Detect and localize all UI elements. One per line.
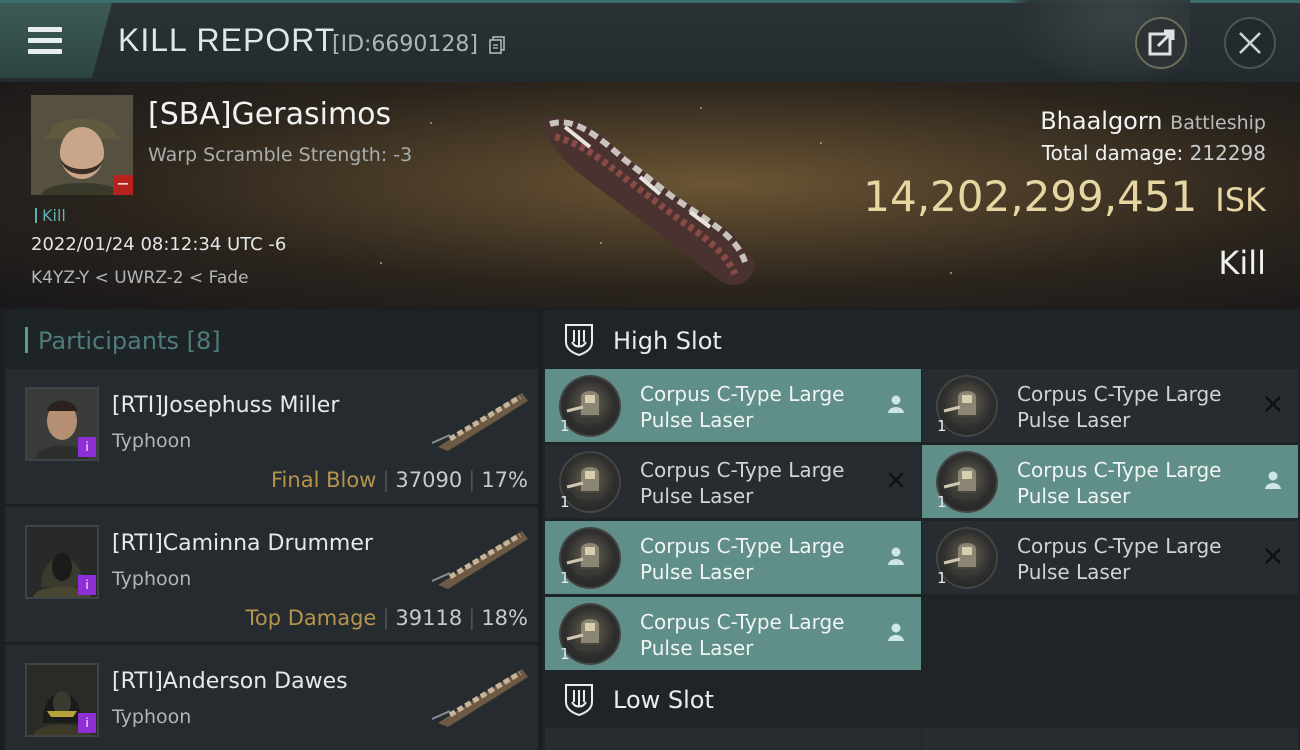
high-slot-module[interactable]: 1 Corpus C-Type Large Pulse Laser: [922, 521, 1298, 594]
participant-row[interactable]: i [RTI]Caminna Drummer Typhoon Top Damag…: [5, 507, 538, 644]
close-button[interactable]: [1224, 17, 1276, 69]
module-quantity: 1: [560, 645, 570, 663]
share-button[interactable]: [1135, 17, 1187, 69]
warp-scramble-strength: Warp Scramble Strength: -3: [148, 144, 413, 166]
dropped-icon: [888, 395, 904, 413]
participant-stats: Final Blow | 37090 | 17%: [271, 468, 528, 492]
participant-ship: Typhoon: [112, 706, 192, 728]
corp-badge: i: [78, 575, 96, 595]
module-quantity: 1: [560, 569, 570, 587]
participant-stats: Top Damage | 39118 | 18%: [245, 606, 528, 630]
total-damage: Total damage: 212298: [1041, 141, 1266, 165]
destroyed-icon: [1265, 548, 1281, 564]
module-quantity: 1: [937, 569, 947, 587]
low-slot-module[interactable]: [922, 728, 1298, 750]
low-slot-module[interactable]: [545, 728, 921, 750]
low-slot-header: Low Slot: [613, 686, 714, 714]
module-name: Corpus C-Type Large Pulse Laser: [640, 382, 845, 432]
module-quantity: 1: [560, 493, 570, 511]
destroyed-icon: [1265, 396, 1281, 412]
high-slot-module[interactable]: 1 Corpus C-Type Large Pulse Laser: [922, 445, 1298, 518]
high-slot-module[interactable]: 1 Corpus C-Type Large Pulse Laser: [545, 521, 921, 594]
module-name: Corpus C-Type Large Pulse Laser: [1017, 458, 1222, 508]
dropped-icon: [888, 547, 904, 565]
high-slot-header: High Slot: [613, 327, 722, 355]
high-slot-icon: [565, 324, 593, 356]
participant-ship: Typhoon: [112, 568, 192, 590]
page-title: KILL REPORT: [118, 22, 336, 58]
corp-badge: i: [78, 437, 96, 457]
share-icon: [1148, 29, 1175, 56]
kill-datetime: 2022/01/24 08:12:34 UTC -6: [31, 234, 287, 255]
participant-row[interactable]: i [RTI]Josephuss Miller Typhoon Final Bl…: [5, 369, 538, 506]
copy-icon[interactable]: [489, 36, 505, 54]
high-slot-module[interactable]: 1 Corpus C-Type Large Pulse Laser: [545, 445, 921, 518]
hostile-badge: −: [113, 175, 133, 195]
corp-badge: i: [78, 713, 96, 733]
participant-ship-image: [431, 669, 528, 727]
module-name: Corpus C-Type Large Pulse Laser: [640, 534, 845, 584]
victim-ship[interactable]: Bhaalgorn Battleship: [1040, 107, 1266, 135]
module-quantity: 1: [937, 493, 947, 511]
close-icon: [1239, 32, 1261, 54]
participant-ship: Typhoon: [112, 430, 192, 452]
victim-portrait[interactable]: −: [31, 95, 133, 195]
participant-name: [RTI]Caminna Drummer: [112, 531, 373, 556]
participant-name: [RTI]Anderson Dawes: [112, 669, 348, 694]
destroyed-icon: [888, 472, 904, 488]
dropped-icon: [1265, 471, 1281, 489]
module-quantity: 1: [560, 417, 570, 435]
participant-ship-image: [431, 531, 528, 589]
kill-location: K4YZ-Y < UWRZ-2 < Fade: [31, 268, 249, 288]
report-id: [ID:6690128]: [332, 32, 478, 57]
high-slot-module[interactable]: 1 Corpus C-Type Large Pulse Laser: [545, 369, 921, 442]
module-name: Corpus C-Type Large Pulse Laser: [640, 458, 845, 508]
participant-name: [RTI]Josephuss Miller: [112, 393, 340, 418]
dropped-icon: [888, 623, 904, 641]
module-quantity: 1: [937, 417, 947, 435]
victim-ship-image: [542, 116, 755, 285]
participant-row[interactable]: i [RTI]Anderson Dawes Typhoon: [5, 645, 538, 750]
kill-result: Kill: [1218, 244, 1266, 282]
module-name: Corpus C-Type Large Pulse Laser: [1017, 534, 1222, 584]
module-name: Corpus C-Type Large Pulse Laser: [640, 610, 845, 660]
participants-header: Participants [8]: [25, 327, 221, 355]
victim-name[interactable]: [SBA]Gerasimos: [148, 97, 391, 132]
participant-ship-image: [431, 393, 528, 451]
high-slot-module[interactable]: 1 Corpus C-Type Large Pulse Laser: [922, 369, 1298, 442]
high-slot-module[interactable]: 1 Corpus C-Type Large Pulse Laser: [545, 597, 921, 670]
kill-tag: Kill: [35, 206, 66, 225]
isk-value: 14,202,299,451 ISK: [863, 172, 1266, 221]
module-name: Corpus C-Type Large Pulse Laser: [1017, 382, 1222, 432]
ship-name: Bhaalgorn: [1040, 107, 1163, 135]
ship-class: Battleship: [1170, 112, 1266, 134]
low-slot-icon: [565, 684, 593, 716]
